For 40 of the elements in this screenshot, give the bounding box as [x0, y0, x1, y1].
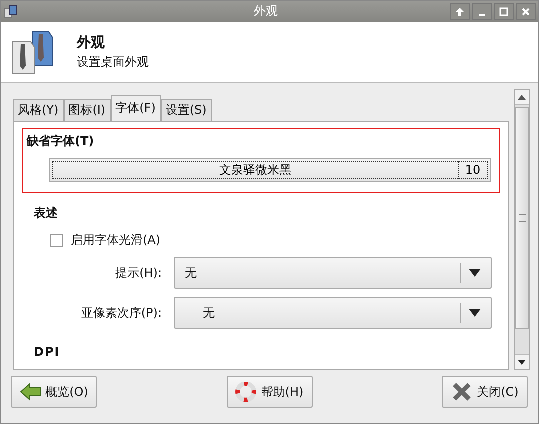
shade-button[interactable] — [450, 3, 470, 20]
scrollbar[interactable] — [514, 89, 530, 370]
close-button[interactable] — [516, 3, 536, 20]
font-button[interactable]: 文泉驿微米黑 10 — [49, 158, 491, 182]
help-button[interactable]: 帮助(H) — [226, 376, 312, 408]
close-button[interactable]: 关闭(C) — [442, 376, 528, 408]
close-icon — [521, 6, 531, 16]
tab[interactable]: 字体(F) — [110, 95, 161, 121]
scroll-down-button[interactable] — [515, 354, 529, 369]
up-arrow-icon — [455, 6, 465, 16]
tab[interactable]: 图标(I) — [64, 99, 111, 121]
dropdown[interactable]: 无 — [174, 297, 492, 329]
dropdown[interactable]: 无 — [174, 257, 492, 289]
minimize-icon — [479, 14, 485, 16]
dropdown-label: 提示(H): — [114, 264, 163, 282]
tab[interactable]: 设置(S) — [160, 99, 212, 121]
checkbox[interactable] — [50, 234, 63, 247]
dropdown-label: 亚像素次序(P): — [80, 304, 163, 322]
down-arrow-icon — [518, 360, 526, 364]
shirt-icon — [4, 4, 18, 18]
up-arrow-icon — [518, 94, 526, 100]
maximize-button[interactable] — [494, 3, 514, 20]
lifebuoy-icon — [235, 382, 258, 402]
tab[interactable]: 风格(Y) — [13, 99, 64, 121]
header-subtitle: 设置桌面外观 — [77, 54, 149, 70]
scroll-up-button[interactable] — [515, 90, 529, 105]
header-title: 外观 — [77, 34, 106, 52]
overview-button[interactable]: 概览(O) — [11, 376, 97, 408]
left-arrow-icon — [20, 382, 42, 402]
section-heading: 缺省字体(T) — [27, 133, 96, 150]
section-heading: 表述 — [34, 205, 59, 222]
close-icon — [451, 382, 474, 402]
checkbox-label: 启用字体光滑(A) — [71, 232, 161, 249]
dropdown-arrow-icon — [469, 269, 481, 277]
dropdown-arrow-icon — [469, 309, 481, 317]
minimize-button[interactable] — [472, 3, 492, 20]
maximize-icon — [499, 6, 509, 16]
section-heading: DPI — [34, 345, 62, 359]
scroll-thumb[interactable] — [515, 107, 529, 329]
window-title: 外观 — [253, 3, 279, 20]
